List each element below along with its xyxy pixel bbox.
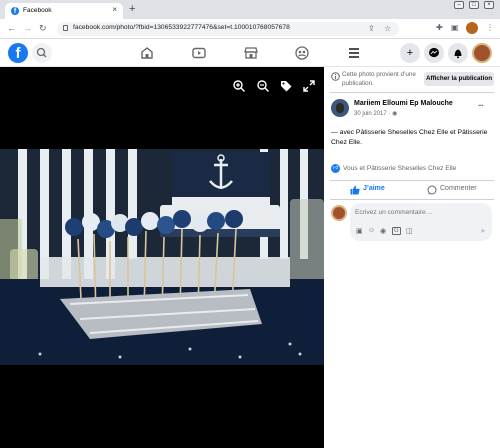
bookmark-star-icon[interactable]: ☆ [384,24,391,33]
like-button[interactable]: J’aime [332,183,408,197]
zoom-in-icon[interactable] [232,79,246,93]
tag-icon[interactable] [279,79,293,93]
create-button[interactable]: + [400,43,420,63]
home-icon[interactable] [139,45,155,61]
messenger-icon [429,47,439,58]
comment-label: Commenter [440,185,477,192]
divider [330,180,494,181]
photo-notice: Cette photo provient d’une publication. [342,71,416,87]
forward-icon[interactable]: → [23,23,32,33]
browser-tab[interactable]: f Facebook × [5,3,123,19]
post-caption: — avec Pâtisserie Sheselles Chez Elle et… [331,129,488,146]
info-icon [331,72,340,81]
search-button[interactable] [32,43,52,63]
zoom-out-icon[interactable] [256,79,270,93]
share-icon[interactable]: ⇪ [368,24,375,33]
watch-icon[interactable] [191,45,207,61]
author-avatar[interactable] [331,99,349,117]
view-post-button[interactable]: Afficher la publication [424,72,494,86]
search-icon [36,47,47,58]
cake-pops-image [0,149,324,365]
groups-icon[interactable] [294,45,310,61]
maximize-button[interactable]: □ [469,1,479,9]
sticker-icon[interactable]: ▣ [356,227,363,235]
post-date[interactable]: 30 juin 2017 · [354,111,390,117]
browser-toolbar: ← → ↻ facebook.com/photo/?fbid=130653392… [0,19,500,39]
post-panel: Cette photo provient d’une publication. … [324,67,500,448]
photo-viewer [0,67,324,448]
facebook-logo[interactable]: f [8,43,28,63]
lock-icon [63,25,68,31]
avatar[interactable] [472,43,492,63]
comment-input[interactable] [355,206,485,218]
comment-button[interactable]: Commenter [416,183,492,197]
like-reaction-icon: 👍︎ [331,164,340,173]
back-icon[interactable]: ← [7,23,16,33]
like-label: J’aime [363,185,385,192]
camera-icon[interactable]: ◉ [380,227,386,235]
divider [330,199,494,200]
emoji-icon[interactable]: ☺ [368,227,375,234]
tab-close-icon[interactable]: × [112,5,117,14]
minimize-button[interactable]: – [454,1,464,9]
reload-icon[interactable]: ↻ [39,23,47,34]
bell-icon [454,49,462,59]
extensions-icon[interactable]: ✚ [436,23,443,32]
comment-box[interactable]: ▣ ☺ ◉ G ◫ ➤ [350,203,492,241]
fullscreen-icon[interactable] [302,79,316,93]
plus-icon: + [406,47,414,59]
sidebar-icon[interactable]: ▣ [451,23,459,32]
chrome-menu-icon[interactable]: ⋮ [486,23,494,32]
new-tab-button[interactable]: + [129,3,135,15]
close-window-button[interactable]: × [484,1,494,9]
marketplace-icon[interactable] [243,45,259,61]
comment-icon [427,185,437,195]
more-options-icon[interactable]: ··· [478,101,484,110]
messenger-button[interactable] [424,43,444,63]
post-photo[interactable] [0,149,324,365]
browser-tabstrip: f Facebook × + – □ × [0,0,500,19]
globe-icon: ◉ [392,111,398,117]
send-icon[interactable]: ➤ [480,227,486,235]
tab-title: Facebook [23,7,52,14]
commenter-avatar[interactable] [331,205,347,221]
notifications-button[interactable] [448,43,468,63]
thumbs-up-icon [350,185,360,195]
author-name[interactable]: Mariiem Elloumi Ep Malouche [354,100,453,107]
divider [330,92,494,93]
avatar-sticker-icon[interactable]: ◫ [406,227,413,235]
facebook-favicon-icon: f [11,7,19,15]
profile-avatar[interactable] [466,22,478,34]
address-bar[interactable]: facebook.com/photo/?fbid=130653392277747… [57,22,399,36]
menu-icon[interactable] [346,45,362,61]
gif-icon[interactable]: G [392,227,401,235]
url-text: facebook.com/photo/?fbid=130653392277747… [73,24,290,31]
facebook-header: f + [0,39,500,67]
reactions-summary[interactable]: Vous et Pâtisserie Sheselles Chez Elle [343,165,456,172]
